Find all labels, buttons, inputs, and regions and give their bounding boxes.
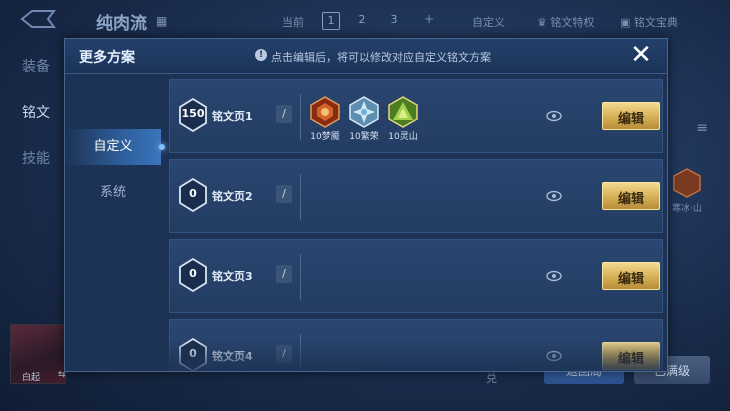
rename-button[interactable]: / — [276, 345, 292, 363]
edit-button[interactable]: 编辑 — [602, 182, 660, 210]
edit-button[interactable]: 编辑 — [602, 342, 660, 370]
edit-button[interactable]: 编辑 — [602, 262, 660, 290]
crown-icon: ♛ — [537, 16, 551, 29]
tab-system[interactable]: 系统 — [65, 175, 161, 211]
book-icon: ▣ — [620, 16, 634, 29]
eye-icon[interactable] — [546, 270, 562, 282]
edit-button[interactable]: 编辑 — [602, 102, 660, 130]
page-tab-2[interactable]: 2 — [354, 12, 370, 28]
dialog-header: 更多方案 ! 点击编辑后，将可以修改对应自定义铭文方案 ✕ — [65, 39, 667, 74]
rune-page-row: 150 铭文页1 / 10梦魇 10繁荣 10灵山 编辑 — [169, 79, 663, 153]
pencil-icon: / — [282, 347, 286, 360]
rune-page-name: 铭文页1 — [212, 110, 253, 123]
current-label: 当前 — [282, 16, 304, 29]
hero-avatar-name: 白起 — [22, 373, 41, 383]
rune-level-badge: 150 — [178, 98, 208, 132]
rune-page-list[interactable]: 150 铭文页1 / 10梦魇 10繁荣 10灵山 编辑 0 铭文页2 / 编辑… — [169, 79, 663, 371]
bottom-label: 兑 — [486, 372, 497, 385]
eye-icon[interactable] — [546, 190, 562, 202]
close-button[interactable]: ✕ — [625, 41, 657, 71]
info-icon: ! — [255, 49, 267, 61]
rune-page-name: 铭文页2 — [212, 190, 253, 203]
rune-page-row: 0 铭文页3 / 编辑 — [169, 239, 663, 313]
rune-level-badge: 0 — [178, 178, 208, 212]
rune-item[interactable]: 10繁荣 — [347, 96, 381, 142]
pencil-icon: / — [282, 107, 286, 120]
row-divider — [300, 94, 301, 140]
rune-item[interactable]: 10梦魇 — [308, 96, 342, 142]
rune-page-row: 0 铭文页2 / 编辑 — [169, 159, 663, 233]
side-nav-rune[interactable]: 铭文 — [22, 102, 50, 122]
row-divider — [300, 334, 301, 371]
page-tab-3[interactable]: 3 — [386, 12, 402, 28]
rune-slot-label: 寒冰·山 — [672, 204, 702, 214]
rename-button[interactable]: / — [276, 185, 292, 203]
eye-icon[interactable] — [546, 350, 562, 362]
prosperity-rune-icon — [349, 96, 379, 128]
plan-tabs: 自定义 系统 — [65, 73, 165, 371]
rune-slot-icon[interactable] — [672, 168, 702, 198]
rune-book-button[interactable]: ▣ 铭文宝典 — [620, 14, 678, 30]
rune-page-row: 0 铭文页4 / 编辑 — [169, 319, 663, 371]
grid-icon[interactable]: ▦ — [156, 14, 167, 28]
rune-page-name: 铭文页4 — [212, 350, 253, 363]
custom-label[interactable]: 自定义 — [472, 14, 505, 30]
pencil-icon: / — [282, 187, 286, 200]
rename-button[interactable]: / — [276, 265, 292, 283]
dialog-title: 更多方案 — [79, 50, 135, 66]
menu-icon[interactable]: ≡ — [696, 120, 708, 136]
row-divider — [300, 174, 301, 220]
hero-build-title: 纯肉流 — [96, 14, 147, 34]
rune-item[interactable]: 10灵山 — [386, 96, 420, 142]
more-plans-dialog: 更多方案 ! 点击编辑后，将可以修改对应自定义铭文方案 ✕ 自定义 系统 150… — [64, 38, 668, 372]
spirit-mountain-rune-icon — [388, 96, 418, 128]
side-nav-equipment[interactable]: 装备 — [22, 56, 50, 76]
tab-custom[interactable]: 自定义 — [65, 129, 161, 165]
page-tab-1[interactable]: 1 — [322, 12, 340, 30]
eye-icon[interactable] — [546, 110, 562, 122]
rune-privilege-button[interactable]: ♛ 铭文特权 — [537, 14, 594, 30]
rune-level-badge: 0 — [178, 338, 208, 371]
dialog-hint: 点击编辑后，将可以修改对应自定义铭文方案 — [271, 51, 491, 64]
nightmare-rune-icon — [310, 96, 340, 128]
add-page-icon[interactable]: + — [424, 12, 434, 26]
rune-level-badge: 0 — [178, 258, 208, 292]
row-divider — [300, 254, 301, 300]
side-nav-skill[interactable]: 技能 — [22, 148, 50, 168]
rename-button[interactable]: / — [276, 105, 292, 123]
rune-page-name: 铭文页3 — [212, 270, 253, 283]
active-tab-indicator — [159, 144, 165, 150]
back-logo-icon[interactable] — [18, 8, 58, 30]
pencil-icon: / — [282, 267, 286, 280]
